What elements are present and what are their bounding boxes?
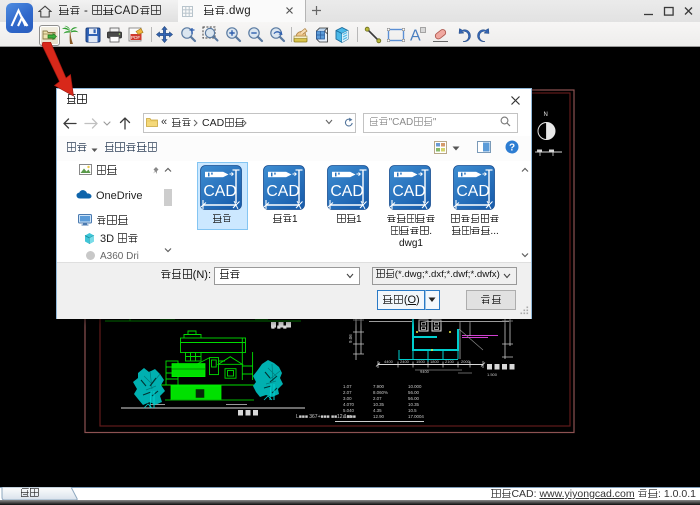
svg-text:3.00: 3.00 [343, 396, 352, 401]
svg-text:2400: 2400 [400, 359, 410, 364]
svg-text:?: ? [509, 143, 515, 154]
svg-text:56.00: 56.00 [408, 396, 420, 401]
svg-text:10.000: 10.000 [408, 384, 422, 389]
svg-text:4.070: 4.070 [343, 402, 355, 407]
svg-text:2100: 2100 [445, 359, 455, 364]
svg-text:5.040: 5.040 [343, 408, 355, 413]
svg-text:17.0004: 17.0004 [408, 414, 424, 419]
svg-text:1500: 1500 [416, 359, 426, 364]
svg-text:9.06: 9.06 [348, 334, 353, 343]
svg-text:4400: 4400 [384, 359, 394, 364]
svg-text:N: N [544, 112, 548, 118]
svg-text:10.35: 10.35 [373, 402, 385, 407]
svg-text:10.5: 10.5 [408, 408, 417, 413]
svg-text:2000: 2000 [461, 359, 471, 364]
svg-text:1800: 1800 [430, 359, 440, 364]
svg-text:6.00: 6.00 [343, 414, 352, 419]
svg-text:7.900: 7.900 [373, 384, 385, 389]
svg-text:10.35: 10.35 [408, 402, 420, 407]
svg-text:56.00: 56.00 [408, 390, 420, 395]
svg-text:A: A [410, 28, 421, 45]
svg-text:1.07: 1.07 [343, 384, 352, 389]
svg-text:1.500: 1.500 [487, 372, 498, 377]
svg-text:4.35: 4.35 [373, 408, 382, 413]
svg-text:12.90: 12.90 [373, 414, 385, 419]
svg-text:PDF: PDF [131, 35, 140, 40]
svg-text:2.07: 2.07 [343, 390, 352, 395]
svg-text:2.07: 2.07 [373, 396, 382, 401]
svg-text:8.060%: 8.060% [373, 390, 388, 395]
